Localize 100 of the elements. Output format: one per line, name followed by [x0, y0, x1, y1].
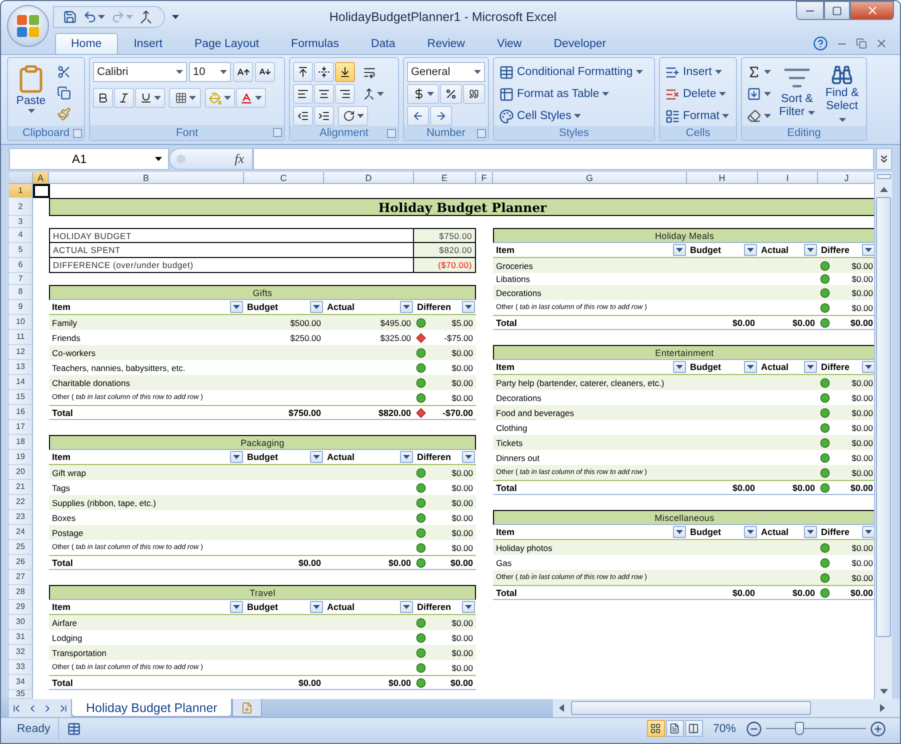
filter-dropdown-button[interactable] — [744, 244, 757, 256]
row-header[interactable]: 5 — [9, 243, 33, 258]
column-header[interactable]: J — [818, 172, 874, 184]
row-header[interactable]: 29 — [9, 600, 33, 615]
filter-dropdown-button[interactable] — [230, 301, 243, 313]
ribbon-tab[interactable]: Home — [55, 33, 118, 54]
formula-input[interactable] — [253, 148, 874, 170]
zoom-slider[interactable] — [766, 720, 866, 736]
column-header[interactable]: G — [493, 172, 687, 184]
filter-dropdown-button[interactable] — [862, 244, 874, 256]
filter-dropdown-button[interactable] — [862, 526, 874, 538]
cells-menu-button[interactable]: Format — [663, 106, 732, 126]
fill-color-button[interactable] — [205, 88, 235, 108]
row-header[interactable]: 31 — [9, 630, 33, 645]
insert-function-button[interactable]: fx — [234, 151, 244, 167]
customize-toolbar-button[interactable] — [171, 14, 180, 20]
column-header[interactable]: C — [244, 172, 324, 184]
filter-dropdown-button[interactable] — [462, 451, 475, 463]
filter-dropdown-button[interactable] — [673, 244, 686, 256]
find-select-button[interactable]: Find & Select — [821, 62, 863, 126]
split-handle[interactable] — [876, 174, 891, 179]
row-header[interactable]: 16 — [9, 405, 33, 420]
row-header[interactable]: 24 — [9, 525, 33, 540]
row-header[interactable]: 12 — [9, 345, 33, 360]
ribbon-tab[interactable]: Insert — [118, 33, 178, 54]
filter-dropdown-button[interactable] — [862, 361, 874, 373]
vertical-align-button[interactable] — [335, 62, 355, 82]
decrease-indent-button[interactable] — [293, 106, 313, 126]
scroll-thumb[interactable] — [571, 701, 811, 715]
row-header[interactable]: 28 — [9, 585, 33, 600]
scroll-thumb[interactable] — [876, 197, 892, 637]
row-header[interactable]: 35 — [9, 690, 33, 699]
orientation-button[interactable] — [338, 106, 368, 126]
row-header[interactable]: 27 — [9, 570, 33, 585]
filter-dropdown-button[interactable] — [230, 601, 243, 613]
sort-filter-button[interactable]: Sort & Filter — [776, 62, 818, 126]
row-header[interactable]: 34 — [9, 675, 33, 690]
row-header[interactable]: 19 — [9, 450, 33, 465]
grow-font-button[interactable] — [233, 62, 253, 82]
filter-dropdown-button[interactable] — [400, 451, 413, 463]
comma-button[interactable] — [463, 84, 485, 104]
row-header[interactable]: 20 — [9, 465, 33, 480]
filter-dropdown-button[interactable] — [400, 601, 413, 613]
percent-button[interactable] — [440, 84, 462, 104]
row-header[interactable]: 1 — [9, 184, 33, 198]
filter-dropdown-button[interactable] — [310, 301, 323, 313]
column-header[interactable]: B — [49, 172, 244, 184]
row-header[interactable]: 11 — [9, 330, 33, 345]
font-name-field[interactable]: Calibri — [93, 62, 187, 82]
row-header[interactable]: 6 — [9, 258, 33, 273]
sheet-tab[interactable]: Holiday Budget Planner — [71, 699, 232, 717]
filter-dropdown-button[interactable] — [462, 601, 475, 613]
styles-menu-button[interactable]: Format as Table — [497, 84, 612, 104]
filter-dropdown-button[interactable] — [804, 526, 817, 538]
ribbon-tab[interactable]: Review — [411, 33, 481, 54]
vertical-scrollbar[interactable] — [874, 172, 892, 699]
filter-dropdown-button[interactable] — [673, 361, 686, 373]
row-header[interactable]: 15 — [9, 390, 33, 405]
row-header[interactable]: 30 — [9, 615, 33, 630]
number-format-field[interactable]: General — [407, 62, 485, 82]
column-header[interactable]: I — [758, 172, 818, 184]
ribbon-tab[interactable]: Page Layout — [178, 33, 276, 54]
ribbon-tab[interactable]: Developer — [538, 33, 622, 54]
help-button[interactable] — [813, 36, 828, 51]
row-header[interactable]: 18 — [9, 435, 33, 450]
view-button[interactable] — [666, 720, 684, 737]
ribbon-tab[interactable]: Formulas — [275, 33, 355, 54]
save-button[interactable] — [62, 8, 78, 24]
increase-decimal-button[interactable] — [407, 106, 429, 126]
row-header[interactable]: 3 — [9, 216, 33, 228]
filter-dropdown-button[interactable] — [804, 244, 817, 256]
font-color-button[interactable] — [236, 88, 266, 108]
borders-button[interactable] — [169, 88, 201, 108]
ribbon-tab[interactable]: View — [481, 33, 538, 54]
cells-menu-button[interactable]: Insert — [663, 62, 724, 82]
close-button[interactable] — [850, 1, 894, 20]
vertical-align-button[interactable] — [314, 62, 334, 82]
row-header[interactable]: 22 — [9, 495, 33, 510]
currency-button[interactable] — [407, 84, 439, 104]
ribbon-tab[interactable]: Data — [354, 33, 412, 54]
undo-button[interactable] — [82, 8, 106, 24]
row-header[interactable]: 17 — [9, 420, 33, 435]
filter-dropdown-button[interactable] — [310, 451, 323, 463]
column-header[interactable]: F — [476, 172, 493, 184]
row-header[interactable]: 26 — [9, 555, 33, 570]
filter-dropdown-button[interactable] — [804, 361, 817, 373]
filter-dropdown-button[interactable] — [673, 526, 686, 538]
row-header[interactable]: 2 — [9, 198, 33, 216]
name-box[interactable]: A1 — [9, 148, 169, 170]
paste-button[interactable]: Paste — [11, 62, 51, 126]
align-center-button[interactable] — [314, 84, 334, 104]
view-button[interactable] — [646, 720, 665, 737]
cells-menu-button[interactable]: Delete — [663, 84, 728, 104]
minimize-button[interactable] — [796, 1, 824, 20]
bold-button[interactable] — [93, 88, 113, 108]
horizontal-scrollbar[interactable] — [553, 699, 900, 717]
row-header[interactable]: 21 — [9, 480, 33, 495]
row-header[interactable]: 8 — [9, 285, 33, 300]
zoom-out-button[interactable] — [746, 720, 762, 736]
column-header[interactable]: D — [324, 172, 414, 184]
